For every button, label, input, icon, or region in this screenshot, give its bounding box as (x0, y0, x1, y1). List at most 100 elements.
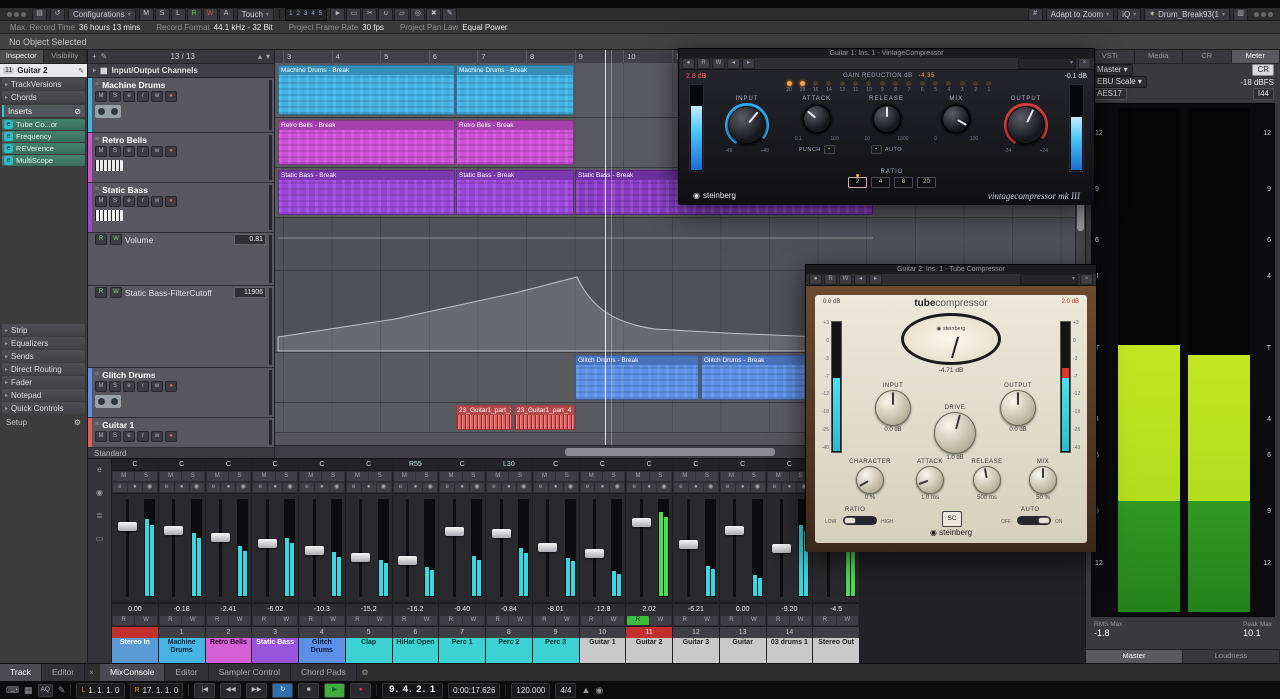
write-icon[interactable]: W (839, 274, 852, 285)
record-button[interactable]: ● (548, 483, 563, 492)
record-button[interactable]: ● (688, 483, 703, 492)
record-button[interactable]: ● (165, 381, 177, 392)
read-button[interactable]: R (627, 616, 649, 625)
preset-next-icon[interactable]: ▸ (869, 274, 882, 285)
write-button[interactable]: W (228, 616, 251, 625)
write-button[interactable]: W (135, 616, 157, 625)
fader-cap[interactable] (164, 526, 184, 536)
activate-icon[interactable]: ● (682, 58, 695, 69)
edit-button[interactable]: e (159, 483, 174, 492)
edit-icon[interactable]: e (4, 120, 13, 129)
toggle-knob[interactable] (844, 517, 856, 524)
pan-control[interactable]: C (345, 459, 392, 471)
ratio-4-button[interactable]: 4 (871, 177, 890, 188)
mute-button[interactable]: M (159, 472, 182, 481)
track-machine-drums[interactable]: ≡ Machine Drums M Se r w ● (88, 78, 274, 133)
record-button[interactable]: ● (408, 483, 423, 492)
tool-split-icon[interactable]: ✂ (362, 7, 378, 21)
tab-master[interactable]: Master (1086, 650, 1183, 663)
clip[interactable]: Machine Drums - Break (278, 65, 455, 115)
automation-mode-dropdown[interactable]: Touch ▾ (236, 7, 274, 21)
close-icon[interactable]: × (85, 664, 98, 681)
knob[interactable] (728, 106, 766, 144)
knob[interactable] (934, 412, 976, 454)
read-button[interactable]: R (253, 616, 275, 625)
pan-control[interactable]: C (579, 459, 626, 471)
fader-cap[interactable] (772, 543, 792, 553)
tab-inspector[interactable]: Inspector (0, 50, 44, 63)
mute-button[interactable]: M (533, 472, 556, 481)
knob[interactable] (1007, 106, 1045, 144)
solo-button[interactable]: S (602, 472, 625, 481)
rewind-button[interactable]: ◀◀ (220, 682, 242, 698)
clip[interactable]: Machine Drums - Break (456, 65, 574, 115)
fader-cap[interactable] (631, 517, 651, 527)
read-button[interactable]: R (300, 616, 322, 625)
knob[interactable] (942, 105, 971, 133)
record-button[interactable]: ● (174, 483, 189, 492)
pattern-dropdown[interactable]: ✶ Drum_Break93(1 ▾ (1144, 7, 1230, 21)
mute-button[interactable]: M (580, 472, 602, 481)
solo-button[interactable]: S (109, 91, 121, 102)
selected-track-header[interactable]: 11 Guitar 2 ✎ (0, 64, 87, 77)
track-static-bass[interactable]: ≡ Static Bass M Se r w ● (88, 183, 274, 233)
pan-control[interactable]: C (626, 459, 672, 471)
preset-prev-icon[interactable]: ◂ (854, 274, 867, 285)
goto-start-button[interactable]: |◀ (194, 682, 216, 698)
knob[interactable] (916, 466, 944, 494)
fader-cap[interactable] (211, 532, 231, 542)
insert-slot[interactable]: e Tube Co...or (2, 119, 85, 130)
tab-meter[interactable]: Meter (1231, 50, 1280, 63)
pan-control[interactable]: C (673, 459, 719, 471)
monitor-button[interactable]: ◉ (703, 483, 718, 492)
panel-tab-editor[interactable]: Editor (41, 664, 86, 681)
knob[interactable] (1029, 466, 1057, 494)
tool-draw-icon[interactable]: ✎ (442, 7, 458, 21)
read-button[interactable]: r (137, 381, 149, 392)
fader-icon[interactable]: ▭ (96, 534, 104, 543)
track-volume[interactable]: R W Volume 0.81 (88, 233, 274, 286)
pan-control[interactable]: L30 (486, 459, 532, 471)
vintage-compressor-window[interactable]: Guitar 1: Ins. 1 - VintageCompressor ● R… (678, 48, 1095, 205)
fader-cap[interactable] (444, 527, 464, 537)
mute-button[interactable]: M (95, 431, 107, 442)
lower-tab-mixconsole[interactable]: MixConsole (100, 664, 166, 681)
read-button[interactable]: R (206, 616, 228, 625)
edit-button[interactable]: e (627, 483, 642, 492)
read-button[interactable]: R (393, 616, 415, 625)
read-button[interactable]: r (137, 91, 149, 102)
solo-button[interactable]: S (228, 472, 251, 481)
fader-cap[interactable] (257, 539, 277, 549)
clip[interactable]: Retro Bells - Break (278, 120, 455, 165)
read-button[interactable]: R (580, 616, 602, 625)
mute-button[interactable]: M (95, 91, 107, 102)
edit-button[interactable]: e (123, 146, 135, 157)
chevron-down-icon[interactable]: ▾ (266, 52, 270, 61)
read-button[interactable]: r (137, 196, 149, 207)
pan-icon[interactable]: ◉ (96, 488, 103, 497)
solo-button[interactable]: S (135, 472, 157, 481)
write-button[interactable]: W (322, 616, 344, 625)
monitor-button[interactable]: ◉ (329, 483, 344, 492)
cr-chip[interactable]: CR (1252, 64, 1274, 76)
record-button[interactable]: ● (165, 146, 177, 157)
master-selector[interactable]: Master ▾ (1092, 64, 1133, 76)
window-controls[interactable] (7, 11, 26, 17)
track-retro-bells[interactable]: ≡ Retro Bells M Se r w ● (88, 133, 274, 183)
monitor-button[interactable]: ◉ (423, 483, 438, 492)
clip[interactable]: Retro Bells - Break (456, 120, 574, 165)
edit-button[interactable]: e (123, 91, 135, 102)
pan-control[interactable]: C (252, 459, 298, 471)
inserts-header[interactable]: Inserts ⊘ (2, 105, 85, 117)
edit-icon[interactable]: ✎ (78, 67, 84, 75)
record-button[interactable]: ● (165, 431, 177, 442)
configurations-dropdown[interactable]: Configurations ▾ (68, 7, 136, 21)
track-static-bass-filtercutoff[interactable]: R W Static Bass-FilterCutoff 11906 (88, 286, 274, 368)
edit-button[interactable]: e (720, 483, 735, 492)
pan-control[interactable]: R55 (392, 459, 439, 471)
solo-button[interactable]: S (109, 381, 121, 392)
channel-name[interactable]: Guitar 3 (673, 638, 719, 663)
stop-button[interactable]: ■ (298, 682, 320, 698)
mute-button[interactable]: M (346, 472, 369, 481)
edit-icon[interactable]: e (4, 132, 13, 141)
